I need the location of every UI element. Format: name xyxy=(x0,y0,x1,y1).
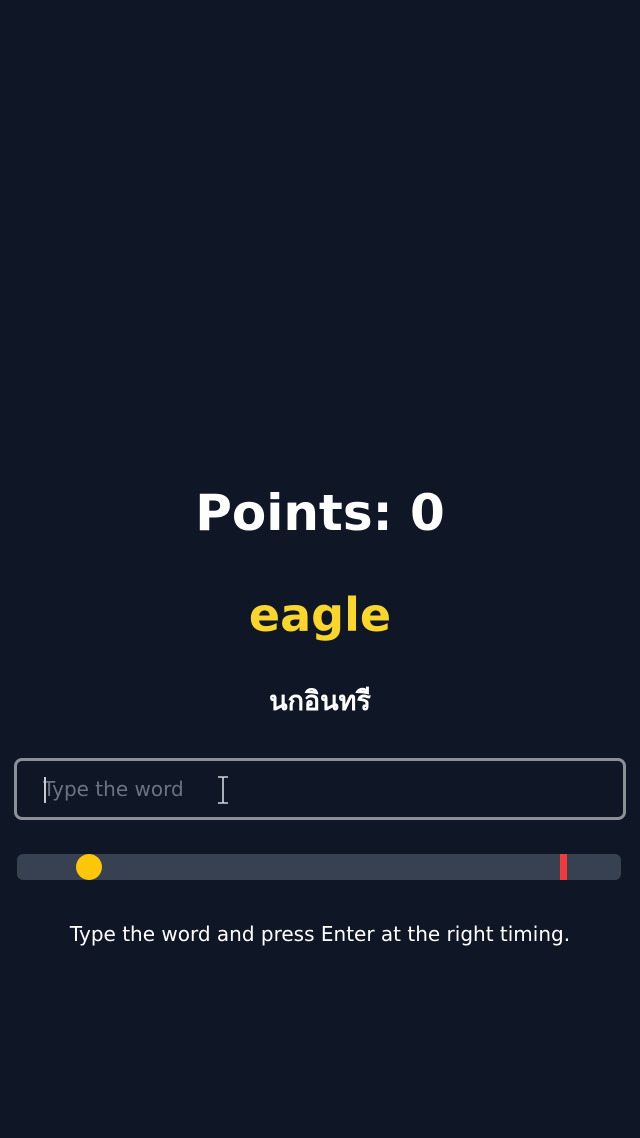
game-screen: Points: 0 eagle นกอินทรี Type the word a… xyxy=(0,0,640,1138)
text-cursor-icon xyxy=(218,776,228,804)
points-display: Points: 0 xyxy=(195,484,445,542)
timing-bar xyxy=(17,854,621,880)
timing-marker xyxy=(76,854,102,880)
instructions-text: Type the word and press Enter at the rig… xyxy=(69,922,571,946)
timing-target-zone xyxy=(560,854,567,880)
text-caret xyxy=(44,777,46,803)
word-meaning: นกอินทรี xyxy=(269,686,371,717)
word-input-container[interactable] xyxy=(14,758,626,820)
word-input[interactable] xyxy=(17,761,623,817)
target-word: eagle xyxy=(248,588,392,642)
